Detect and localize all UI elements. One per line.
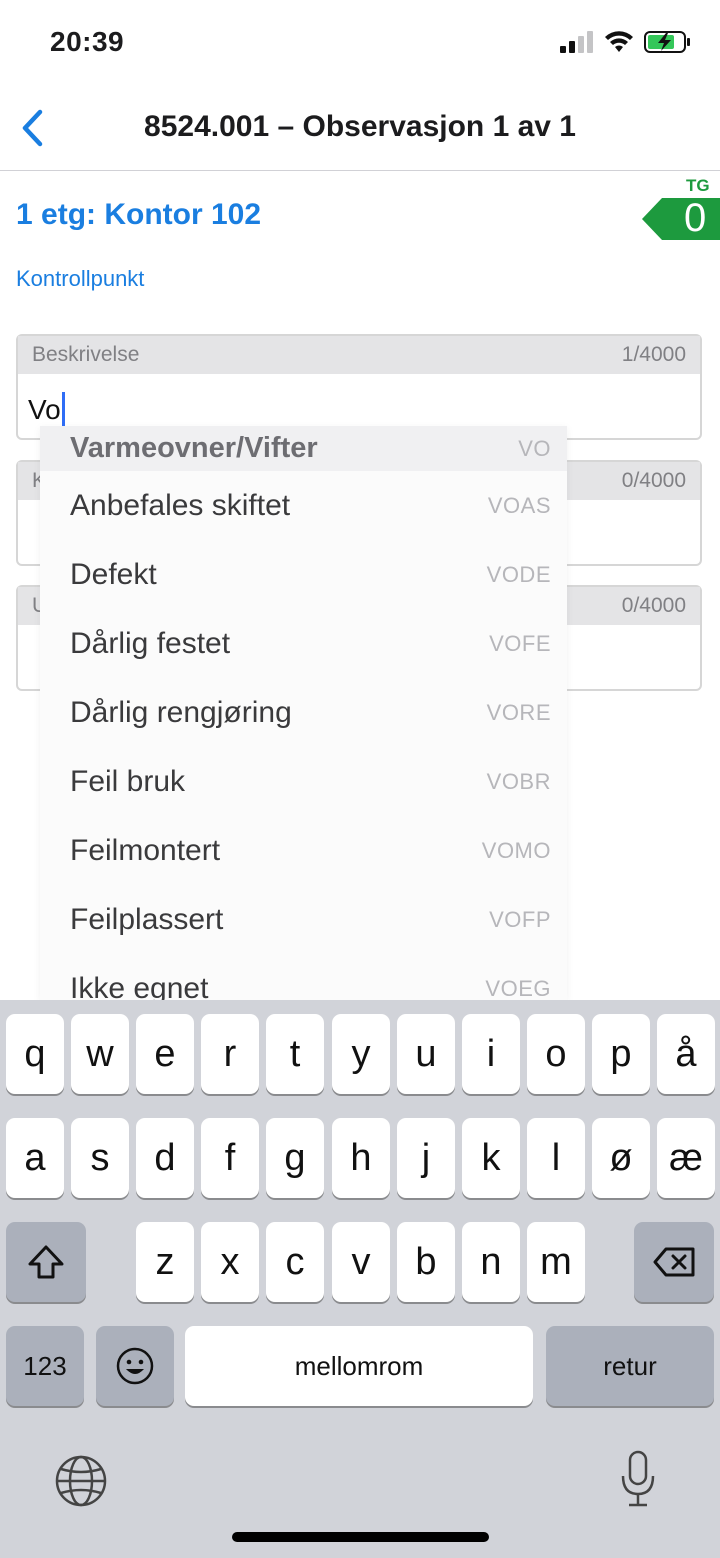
status-time: 20:39 (50, 26, 125, 57)
status-icons (560, 30, 692, 54)
backspace-key[interactable] (634, 1222, 714, 1302)
emoji-key[interactable] (96, 1326, 174, 1406)
key-q[interactable]: q (6, 1014, 64, 1094)
beskrivelse-field[interactable]: Beskrivelse 1/4000 Vo (16, 334, 702, 440)
suggestion-item[interactable]: Dårlig rengjøring VORE (40, 678, 567, 747)
key-v[interactable]: v (332, 1222, 390, 1302)
suggestion-item[interactable]: Dårlig festet VOFE (40, 609, 567, 678)
text-caret (61, 392, 65, 428)
shift-icon (28, 1245, 64, 1279)
key-d[interactable]: d (136, 1118, 194, 1198)
key-k[interactable]: k (462, 1118, 520, 1198)
shift-key[interactable] (6, 1222, 86, 1302)
field-counter: 1/4000 (621, 343, 686, 366)
key-g[interactable]: g (266, 1118, 324, 1198)
field-label: Beskrivelse (32, 343, 140, 366)
field-counter: 0/4000 (621, 594, 686, 617)
key-b[interactable]: b (397, 1222, 455, 1302)
kontrollpunkt-link[interactable]: Kontrollpunkt (16, 266, 144, 292)
key-r[interactable]: r (201, 1014, 259, 1094)
navigation-bar: 8524.001 – Observasjon 1 av 1 (0, 84, 720, 171)
field-counter: 0/4000 (621, 469, 686, 492)
key-m[interactable]: m (527, 1222, 585, 1302)
backspace-icon (653, 1247, 695, 1277)
category-code: VO (518, 435, 551, 461)
suggestion-item[interactable]: Ikke egnet VOEG (40, 954, 567, 1001)
key-s[interactable]: s (71, 1118, 129, 1198)
room-title[interactable]: 1 etg: Kontor 102 (16, 198, 261, 232)
key-x[interactable]: x (201, 1222, 259, 1302)
home-indicator (232, 1532, 489, 1542)
category-label: Varmeovner/Vifter (70, 432, 318, 464)
globe-icon[interactable] (54, 1454, 108, 1508)
key-e[interactable]: e (136, 1014, 194, 1094)
emoji-icon (116, 1347, 154, 1385)
suggestion-item[interactable]: Feil bruk VOBR (40, 747, 567, 816)
key-y[interactable]: y (332, 1014, 390, 1094)
microphone-icon[interactable] (618, 1450, 658, 1508)
cellular-signal-icon (560, 31, 593, 53)
battery-charging-icon (644, 31, 690, 53)
key-o[interactable]: o (527, 1014, 585, 1094)
suggestion-item[interactable]: Feilmontert VOMO (40, 816, 567, 885)
key-p[interactable]: p (592, 1014, 650, 1094)
key-t[interactable]: t (266, 1014, 324, 1094)
key-ae[interactable]: æ (657, 1118, 715, 1198)
numbers-key[interactable]: 123 (6, 1326, 84, 1406)
key-z[interactable]: z (136, 1222, 194, 1302)
tg-label: TG (686, 176, 710, 195)
key-f[interactable]: f (201, 1118, 259, 1198)
wifi-icon (605, 31, 633, 52)
tg-value: 0 (684, 196, 707, 240)
suggestion-category-header: Varmeovner/Vifter VO (40, 426, 567, 471)
suggestion-item[interactable]: Anbefales skiftet VOAS (40, 471, 567, 540)
key-l[interactable]: l (527, 1118, 585, 1198)
key-aring[interactable]: å (657, 1014, 715, 1094)
key-oslash[interactable]: ø (592, 1118, 650, 1198)
key-j[interactable]: j (397, 1118, 455, 1198)
key-u[interactable]: u (397, 1014, 455, 1094)
key-w[interactable]: w (71, 1014, 129, 1094)
tg-badge[interactable] (642, 198, 720, 240)
beskrivelse-input-value[interactable]: Vo (28, 394, 61, 426)
key-h[interactable]: h (332, 1118, 390, 1198)
key-a[interactable]: a (6, 1118, 64, 1198)
key-c[interactable]: c (266, 1222, 324, 1302)
suggestion-dropdown[interactable]: Varmeovner/Vifter VO Anbefales skiftet V… (40, 426, 567, 1000)
key-n[interactable]: n (462, 1222, 520, 1302)
return-key[interactable]: retur (546, 1326, 714, 1406)
space-key[interactable]: mellomrom (185, 1326, 533, 1406)
suggestion-item[interactable]: Feilplassert VOFP (40, 885, 567, 954)
key-i[interactable]: i (462, 1014, 520, 1094)
suggestion-item[interactable]: Defekt VODE (40, 540, 567, 609)
page-title: 8524.001 – Observasjon 1 av 1 (144, 110, 576, 143)
